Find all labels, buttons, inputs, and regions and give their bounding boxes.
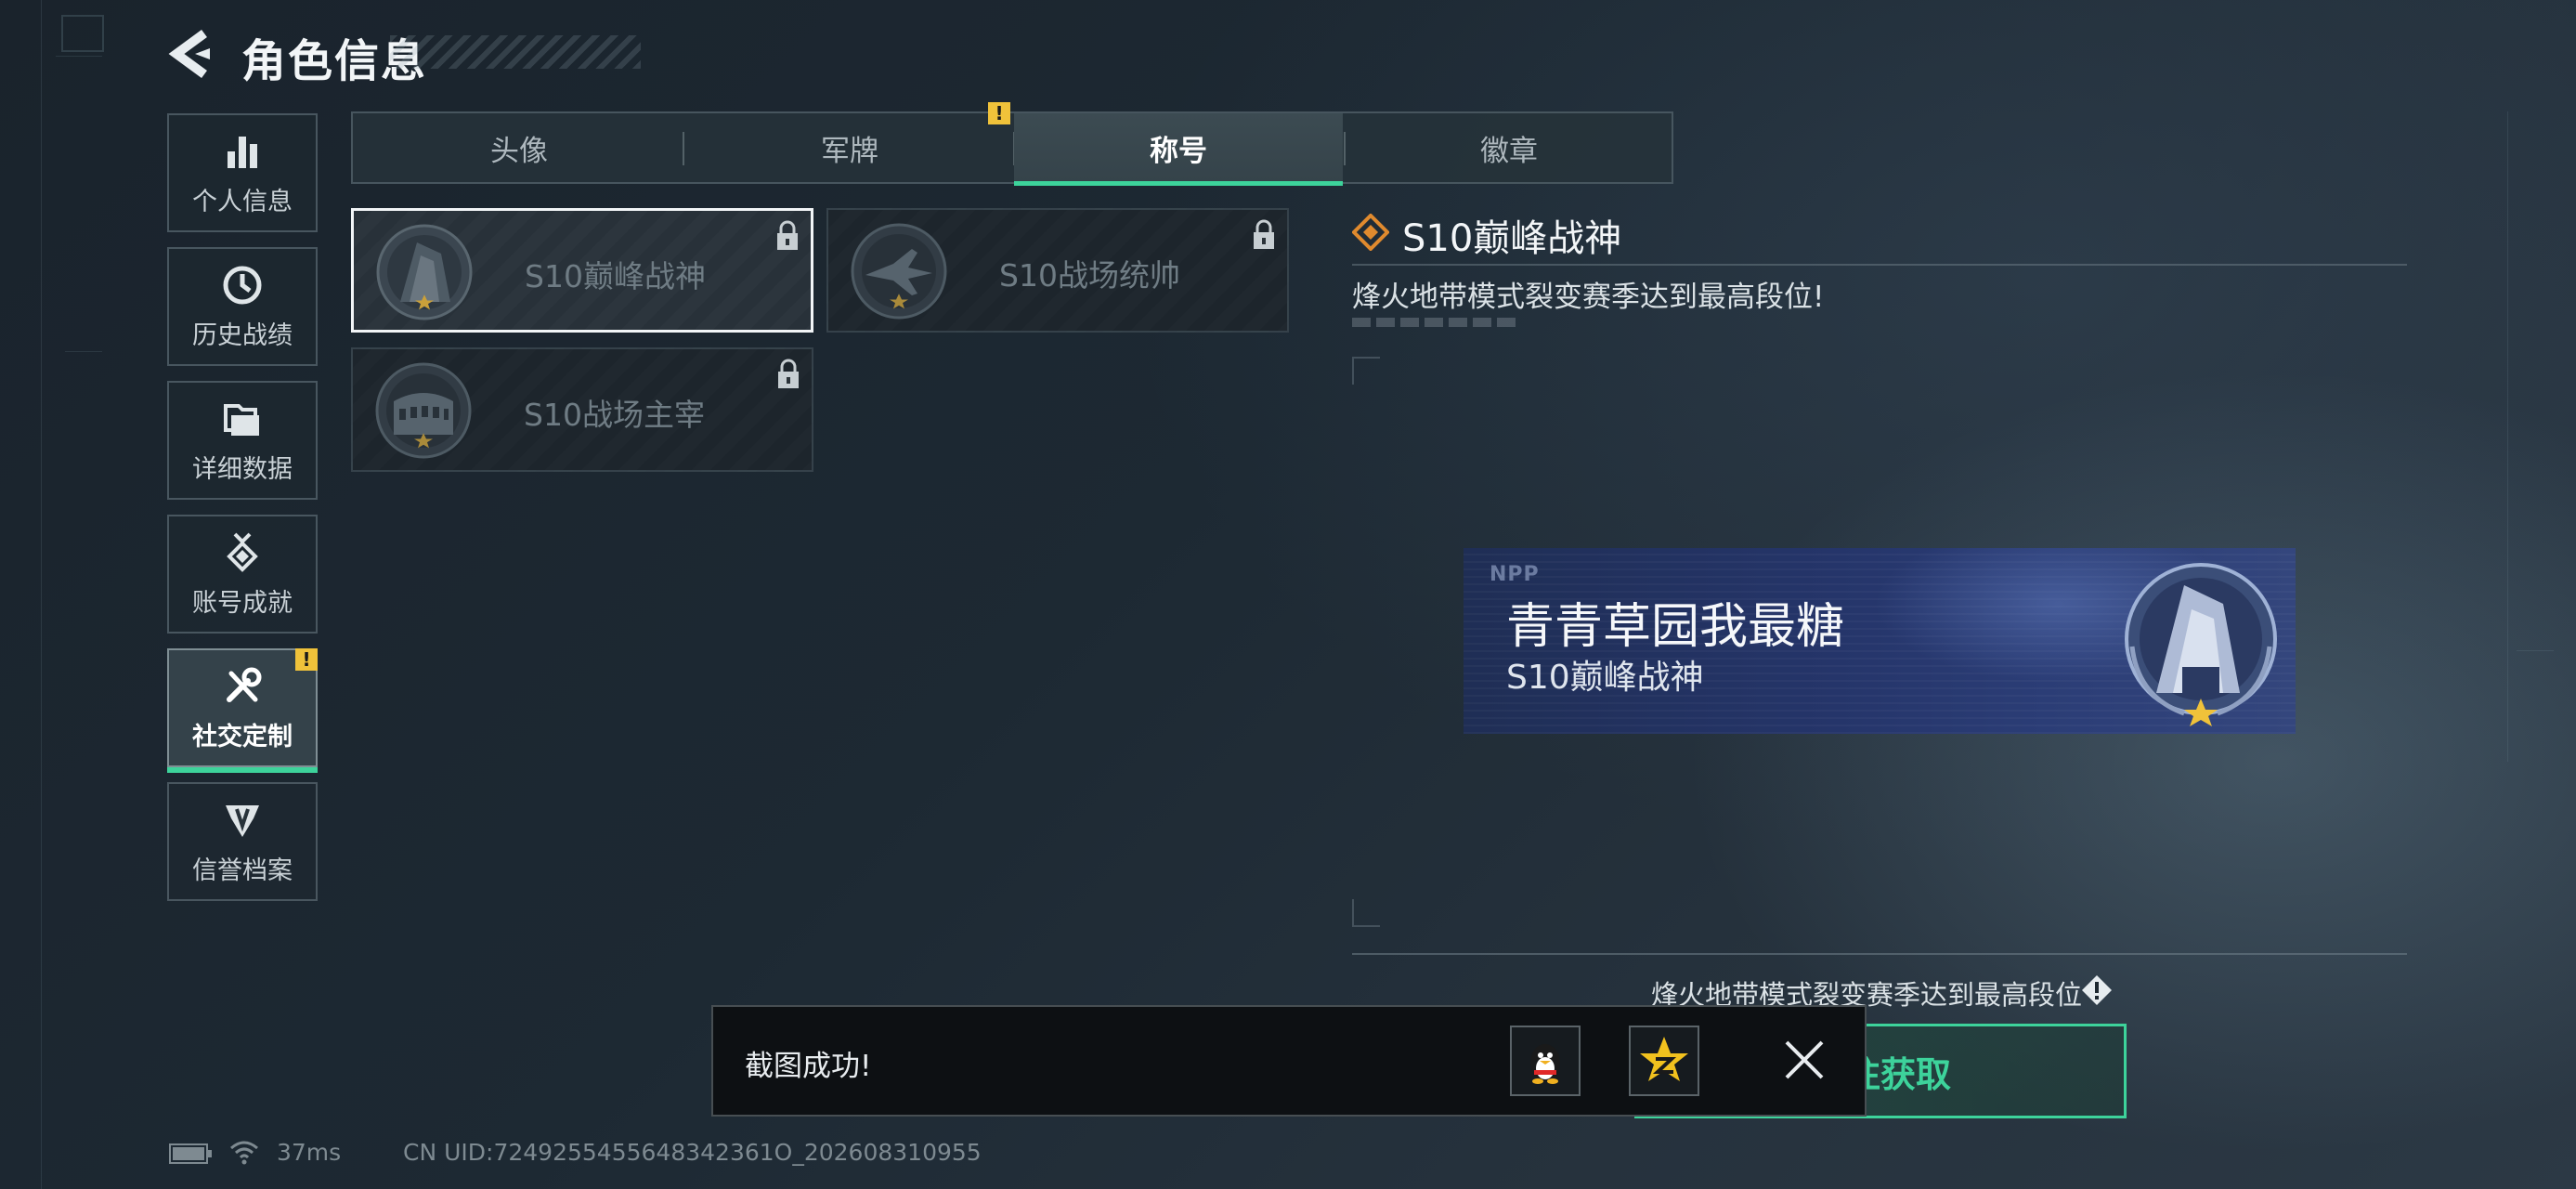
bar-chart-icon	[228, 136, 257, 168]
wifi-icon	[230, 1141, 258, 1165]
decor-frame	[61, 15, 104, 52]
sidebar-item-label: 账号成就	[192, 588, 293, 618]
frame-corner	[1352, 899, 1380, 927]
share-qq-button[interactable]	[1510, 1026, 1581, 1096]
toast-message: 截图成功!	[745, 1050, 872, 1083]
player-name: 青青草园我最糖	[1506, 599, 1845, 655]
title-card-name: S10战场主宰	[524, 397, 705, 433]
sidebar-item-achievements[interactable]: 账号成就	[167, 515, 318, 634]
tab-avatar[interactable]: 头像	[355, 113, 683, 182]
title-stripes-decor	[390, 35, 641, 69]
banner-logo: NPP	[1490, 563, 1540, 586]
tab-label: 军牌	[821, 134, 878, 168]
title-card-name: S10战场统帅	[999, 257, 1180, 294]
ping-readout: 37ms	[277, 1139, 342, 1166]
medal-icon	[227, 532, 258, 572]
shield-emblem-icon	[226, 804, 259, 837]
alert-badge: !	[988, 102, 1010, 124]
lock-icon	[778, 359, 799, 388]
sidebar-item-label: 信誉档案	[192, 856, 293, 885]
lock-icon	[1254, 219, 1274, 249]
banner-title: S10巅峰战神	[1506, 659, 1704, 697]
battery-icon	[169, 1143, 212, 1164]
tower-emblem-icon	[2125, 563, 2277, 726]
tab-label: 徽章	[1480, 134, 1538, 168]
tools-icon	[227, 667, 262, 702]
chevron-left-icon	[168, 29, 210, 79]
lock-icon	[777, 220, 798, 250]
detail-description: 烽火地带模式裂变赛季达到最高段位!	[1352, 281, 1825, 314]
title-card-s10-commander[interactable]: S10战场统帅	[826, 208, 1289, 333]
tab-label: 称号	[1150, 134, 1207, 168]
sidebar-item-credit-record[interactable]: 信誉档案	[167, 782, 318, 901]
tab-bar: 头像 军牌 称号 徽章	[351, 111, 1673, 186]
decor-dots	[1352, 318, 1519, 327]
decor-line	[2517, 650, 2554, 651]
frame-corner	[1352, 357, 1380, 385]
info-diamond-icon[interactable]	[2080, 973, 2114, 1007]
qzone-star-icon	[1640, 1037, 1688, 1081]
jet-emblem-icon	[851, 223, 947, 320]
clock-icon	[223, 266, 262, 304]
divider	[1352, 264, 2407, 266]
user-uid: CN UID:7249255455648342361O_202608310955	[403, 1139, 982, 1166]
decor-line	[65, 351, 102, 352]
decor-line	[2507, 111, 2508, 762]
back-button[interactable]	[167, 28, 217, 80]
share-qzone-button[interactable]	[1629, 1026, 1699, 1096]
qq-penguin-icon	[1530, 1044, 1560, 1084]
tower-emblem-icon	[376, 224, 473, 320]
sidebar-item-label: 社交定制	[192, 722, 293, 751]
tab-divider	[683, 132, 684, 165]
sidebar-item-label: 详细数据	[192, 454, 293, 484]
tab-label: 头像	[490, 134, 548, 168]
decor-line	[41, 0, 42, 1189]
folder-icon	[224, 403, 259, 436]
tab-badge[interactable]: 徽章	[1345, 113, 1673, 182]
alert-badge: !	[295, 648, 318, 671]
detail-title: S10巅峰战神	[1402, 217, 1622, 260]
sidebar-item-social-customization[interactable]: 社交定制 !	[167, 648, 318, 773]
title-card-s10-peak-god[interactable]: S10巅峰战神	[351, 208, 813, 333]
title-card-s10-dominator[interactable]: S10战场主宰	[351, 347, 813, 472]
tab-title[interactable]: 称号	[1014, 113, 1343, 186]
diamond-rank-icon	[1352, 214, 1389, 251]
sidebar-item-label: 历史战绩	[192, 320, 293, 350]
title-card-name: S10巅峰战神	[525, 258, 706, 294]
sidebar-item-match-history[interactable]: 历史战绩	[167, 247, 318, 366]
close-icon[interactable]	[1781, 1037, 1828, 1083]
sidebar-item-detailed-data[interactable]: 详细数据	[167, 381, 318, 500]
sidebar-item-label: 个人信息	[192, 187, 293, 216]
tab-dog-tag[interactable]: 军牌	[685, 113, 1014, 182]
decor-line	[56, 56, 102, 57]
divider	[1352, 953, 2407, 955]
colosseum-emblem-icon	[375, 362, 472, 459]
sidebar-item-personal-info[interactable]: 个人信息	[167, 113, 318, 232]
screenshot-toast: 截图成功!	[711, 1005, 1867, 1117]
title-banner-preview: NPP 青青草园我最糖 S10巅峰战神	[1464, 548, 2296, 734]
